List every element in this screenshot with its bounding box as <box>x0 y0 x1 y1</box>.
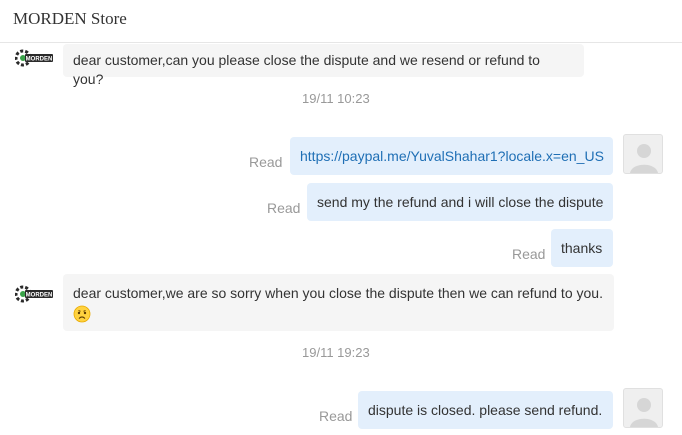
store-logo-icon[interactable]: MORDEN <box>14 47 55 69</box>
message-text: dispute is closed. please send refund. <box>368 402 603 418</box>
read-status: Read <box>267 200 301 216</box>
timestamp: 19/11 19:23 <box>302 345 370 360</box>
message-outgoing: send my the refund and i will close the … <box>307 183 613 221</box>
chat-thread[interactable]: MORDEN dear customer,can you please clos… <box>0 44 682 435</box>
message-incoming: dear customer,we are so sorry when you c… <box>63 274 614 331</box>
worried-face-icon <box>73 305 91 323</box>
message-text: dear customer,can you please close the d… <box>73 52 540 87</box>
user-silhouette-icon <box>630 398 658 427</box>
message-text: dear customer,we are so sorry when you c… <box>73 285 603 301</box>
message-outgoing: dispute is closed. please send refund. <box>358 391 613 429</box>
user-avatar <box>623 134 663 174</box>
store-logo-text: MORDEN <box>26 293 53 299</box>
user-silhouette-icon <box>630 144 658 173</box>
message-outgoing: thanks <box>551 229 613 267</box>
message-text: thanks <box>561 240 603 256</box>
chat-header: MORDEN Store <box>0 0 682 43</box>
store-logo-text: MORDEN <box>26 57 53 63</box>
store-logo-icon[interactable]: MORDEN <box>14 283 55 305</box>
user-avatar <box>623 388 663 428</box>
message-incoming: dear customer,can you please close the d… <box>63 44 584 87</box>
store-name: MORDEN Store <box>13 9 127 28</box>
read-status: Read <box>512 246 546 262</box>
read-status: Read <box>319 408 353 424</box>
message-outgoing[interactable]: https://paypal.me/YuvalShahar1?locale.x=… <box>290 137 613 175</box>
read-status: Read <box>249 154 283 170</box>
timestamp: 19/11 10:23 <box>302 91 370 106</box>
message-link[interactable]: https://paypal.me/YuvalShahar1?locale.x=… <box>300 148 604 164</box>
message-text: send my the refund and i will close the … <box>317 194 604 210</box>
